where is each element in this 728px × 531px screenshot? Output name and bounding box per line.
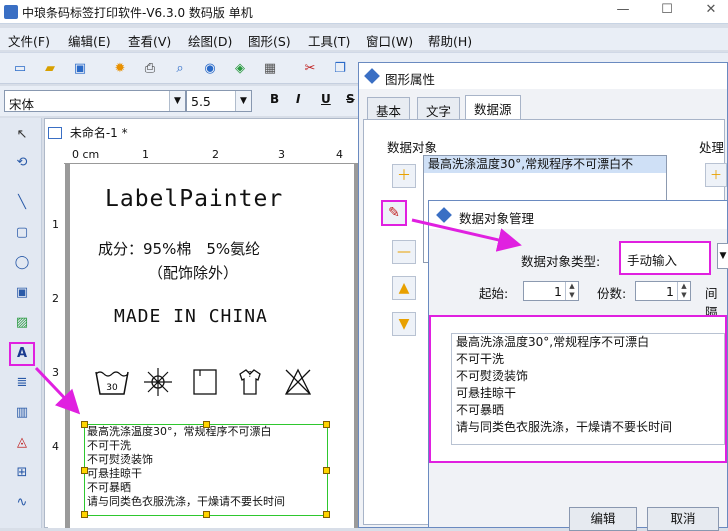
arrow-text-tool [34,366,81,415]
arrow-edit-button [411,218,522,252]
annotation-arrows [34,218,522,415]
